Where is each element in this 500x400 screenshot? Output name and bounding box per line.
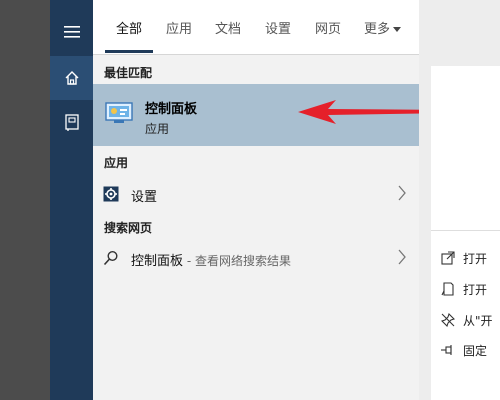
gear-icon: [103, 186, 119, 202]
search-window: 全部 应用 文档 设置 网页 更多 最佳匹配 控制面板 应用 应用 设置 搜索网…: [0, 0, 500, 400]
chevron-right-icon[interactable]: [397, 185, 407, 201]
apps-heading: 应用: [104, 156, 129, 170]
desktop-background: [0, 0, 50, 400]
action-unpin-start[interactable]: 从"开: [441, 312, 500, 330]
detail-pane: 打开 打开 从"开 固定: [419, 0, 500, 400]
tab-documents[interactable]: 文档: [215, 18, 241, 37]
result-settings[interactable]: 设置: [93, 178, 419, 210]
web-search-suffix: - 查看网络搜索结果: [183, 254, 291, 268]
file-location-icon: [441, 282, 454, 296]
best-match-name: 控制面板: [145, 102, 198, 117]
tab-apps[interactable]: 应用: [166, 18, 192, 37]
web-search-query: 控制面板: [131, 254, 184, 269]
search-icon: [103, 250, 118, 266]
result-web-search-label: 控制面板 - 查看网络搜索结果: [131, 250, 291, 269]
documents-icon: [64, 114, 79, 131]
tab-more-label: 更多: [364, 22, 391, 37]
action-pin-taskbar-label: 固定: [463, 344, 488, 358]
results-panel: 全部 应用 文档 设置 网页 更多 最佳匹配 控制面板 应用 应用 设置 搜索网…: [93, 0, 455, 400]
documents-button[interactable]: [50, 102, 93, 142]
action-open[interactable]: 打开: [441, 250, 500, 268]
unpin-icon: [441, 313, 455, 327]
search-tabs: 全部 应用 文档 设置 网页 更多: [93, 0, 419, 55]
control-panel-icon: [105, 102, 133, 123]
action-unpin-start-label: 从"开: [463, 314, 493, 328]
tab-settings[interactable]: 设置: [265, 18, 291, 37]
web-search-heading: 搜索网页: [104, 221, 153, 235]
active-tab-indicator: [105, 50, 153, 53]
action-open-file-location-label: 打开: [463, 283, 488, 297]
tab-web[interactable]: 网页: [315, 18, 341, 37]
best-match-type: 应用: [145, 122, 170, 136]
result-web-search[interactable]: 控制面板 - 查看网络搜索结果: [93, 242, 419, 274]
hamburger-menu-button[interactable]: [50, 12, 93, 52]
action-open-label: 打开: [463, 252, 488, 266]
start-rail: [50, 0, 93, 400]
tab-more[interactable]: 更多: [364, 18, 402, 37]
action-pin-taskbar[interactable]: 固定: [441, 342, 500, 360]
detail-preview-card: [431, 66, 500, 230]
chevron-down-icon: [393, 27, 402, 32]
open-icon: [441, 251, 455, 265]
pin-icon: [441, 345, 452, 355]
action-open-file-location[interactable]: 打开: [441, 281, 500, 299]
home-icon: [65, 71, 78, 85]
result-settings-label: 设置: [131, 190, 158, 205]
chevron-right-icon[interactable]: [397, 249, 407, 265]
tab-all[interactable]: 全部: [116, 18, 142, 37]
home-button[interactable]: [50, 56, 93, 100]
hamburger-icon: [63, 26, 80, 38]
best-match-heading: 最佳匹配: [104, 66, 153, 80]
